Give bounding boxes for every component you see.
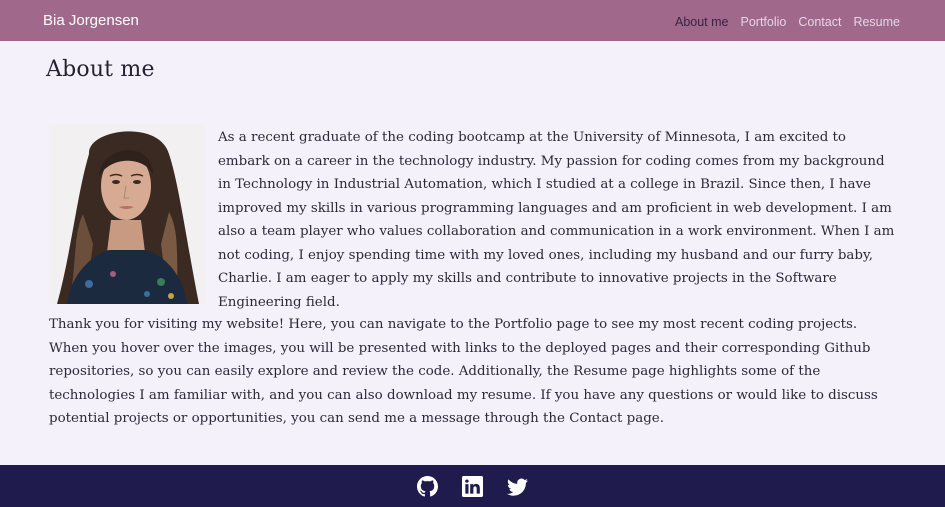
- nav-item-portfolio: Portfolio: [741, 11, 787, 30]
- twitter-link[interactable]: [507, 476, 528, 497]
- nav-link-contact[interactable]: Contact: [798, 15, 841, 29]
- nav-link-about-me[interactable]: About me: [675, 15, 729, 29]
- twitter-icon: [507, 478, 528, 496]
- footer: [0, 465, 945, 507]
- portrait-illustration: [49, 124, 205, 304]
- navbar: Bia Jorgensen About me Portfolio Contact…: [0, 0, 945, 41]
- page-title: About me: [46, 57, 155, 82]
- intro-paragraph: As a recent graduate of the coding bootc…: [218, 130, 895, 310]
- nav-item-resume: Resume: [853, 11, 900, 30]
- github-icon: [417, 475, 438, 496]
- brand-link[interactable]: Bia Jorgensen: [43, 12, 139, 29]
- profile-photo: [49, 124, 205, 304]
- nav-links: About me Portfolio Contact Resume: [675, 11, 900, 30]
- linkedin-icon: [462, 475, 483, 497]
- nav-link-resume[interactable]: Resume: [853, 15, 900, 29]
- nav-item-contact: Contact: [798, 11, 841, 30]
- github-link[interactable]: [417, 475, 438, 497]
- nav-link-portfolio[interactable]: Portfolio: [741, 15, 787, 29]
- nav-item-about: About me: [675, 11, 729, 30]
- linkedin-link[interactable]: [462, 475, 483, 497]
- welcome-paragraph: Thank you for visiting my website! Here,…: [49, 317, 878, 426]
